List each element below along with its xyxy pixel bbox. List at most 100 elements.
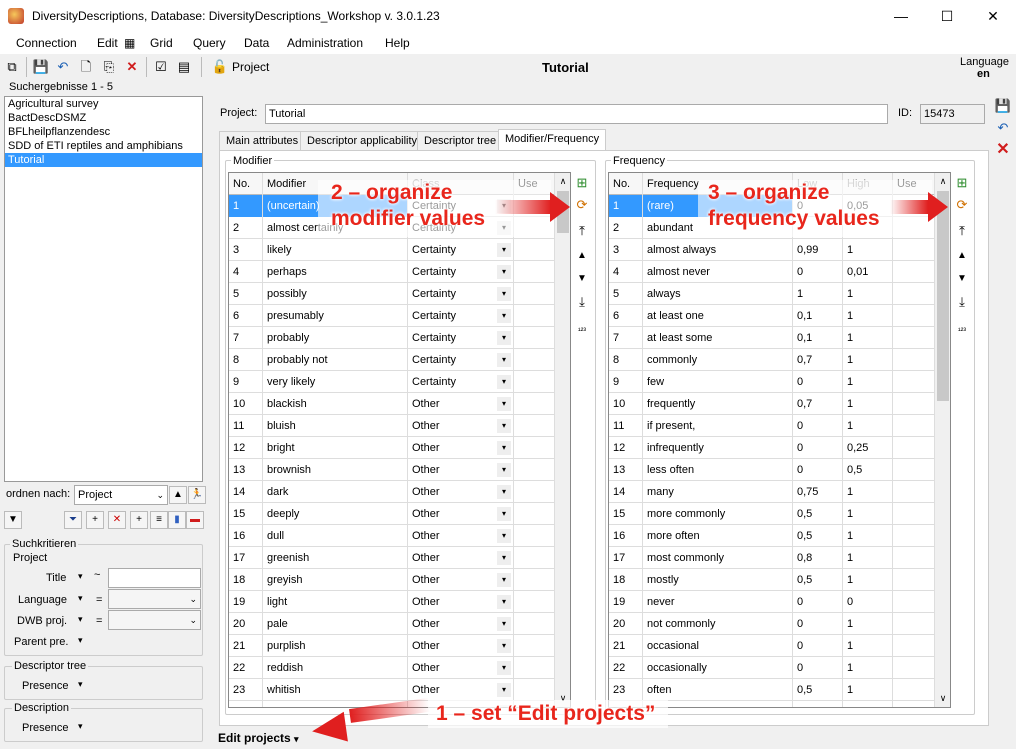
table-cell[interactable]: [893, 371, 935, 393]
table-row[interactable]: 10 blackish Other ▾: [229, 393, 555, 415]
table-cell[interactable]: [893, 503, 935, 525]
list-item[interactable]: Tutorial: [5, 153, 202, 167]
query-icon[interactable]: ⧉: [3, 58, 21, 76]
table-cell[interactable]: 0,5: [793, 503, 843, 525]
table-cell[interactable]: 0,7: [793, 393, 843, 415]
table-cell[interactable]: Other▾: [408, 613, 514, 635]
save-project-icon[interactable]: 💾: [994, 97, 1012, 115]
table-cell[interactable]: [514, 613, 555, 635]
table-row[interactable]: 13 less often 0 0,5: [609, 459, 935, 481]
table-cell[interactable]: 1: [843, 679, 893, 701]
table-cell[interactable]: [893, 481, 935, 503]
table-row[interactable]: 14 dark Other ▾: [229, 481, 555, 503]
table-row[interactable]: 12 bright Other ▾: [229, 437, 555, 459]
title-operator-button[interactable]: ▾: [78, 571, 88, 582]
tab-modifier-frequency[interactable]: Modifier/Frequency: [498, 129, 607, 151]
table-cell[interactable]: 0,75: [793, 481, 843, 503]
table-row[interactable]: 3 almost always 0,99 1: [609, 239, 935, 261]
table-cell[interactable]: Certainty▾: [408, 349, 514, 371]
presence-button-2[interactable]: ▾: [78, 721, 88, 732]
modifier-scrollbar[interactable]: ∧ ∨: [554, 173, 570, 707]
table-row[interactable]: 8 probably not Certainty ▾: [229, 349, 555, 371]
table-cell[interactable]: [893, 701, 935, 707]
dropdown-arrow-icon[interactable]: ▾: [497, 617, 511, 631]
table-cell[interactable]: Other▾: [408, 525, 514, 547]
move-bottom-icon[interactable]: ⤓: [573, 293, 591, 311]
table-cell[interactable]: [514, 657, 555, 679]
add-frequency-icon[interactable]: ⊞: [953, 174, 971, 192]
dropdown-arrow-icon[interactable]: ▾: [497, 683, 511, 697]
table-cell[interactable]: deeply: [263, 503, 408, 525]
dwb-select[interactable]: ⌄: [108, 610, 201, 630]
dropdown-arrow-icon[interactable]: ▾: [497, 661, 511, 675]
add-list-icon[interactable]: +: [130, 511, 148, 529]
table-row[interactable]: 13 brownish Other ▾: [229, 459, 555, 481]
list-item[interactable]: BactDescDSMZ: [5, 111, 202, 125]
table-cell[interactable]: at least one: [643, 305, 793, 327]
table-cell[interactable]: Other▾: [408, 503, 514, 525]
table-cell[interactable]: reddish: [263, 657, 408, 679]
table-row[interactable]: 5 possibly Certainty ▾: [229, 283, 555, 305]
table-row[interactable]: 20 pale Other ▾: [229, 613, 555, 635]
list-item[interactable]: BFLheilpflanzendesc: [5, 125, 202, 139]
table-row[interactable]: 7 probably Certainty ▾: [229, 327, 555, 349]
table-cell[interactable]: almost never: [643, 261, 793, 283]
table-cell[interactable]: 0: [793, 437, 843, 459]
table-cell[interactable]: Other▾: [408, 459, 514, 481]
menu-data[interactable]: Data: [244, 36, 269, 50]
undo-project-icon[interactable]: ↶: [994, 119, 1012, 137]
tab-descriptor-tree[interactable]: Descriptor tree: [417, 131, 504, 151]
table-cell[interactable]: more commonly: [643, 503, 793, 525]
freq-move-down-icon[interactable]: ▼: [953, 270, 971, 288]
table-cell[interactable]: [514, 503, 555, 525]
table-cell[interactable]: [893, 569, 935, 591]
table-cell[interactable]: Other▾: [408, 569, 514, 591]
table-cell[interactable]: perhaps: [263, 261, 408, 283]
table-cell[interactable]: [514, 437, 555, 459]
table-cell[interactable]: 0,7: [793, 349, 843, 371]
table-row[interactable]: 6 at least one 0,1 1: [609, 305, 935, 327]
column-header[interactable]: No.: [609, 173, 643, 195]
table-row[interactable]: 7 at least some 0,1 1: [609, 327, 935, 349]
table-cell[interactable]: Other▾: [408, 591, 514, 613]
table-cell[interactable]: blackish: [263, 393, 408, 415]
table-cell[interactable]: not commonly: [643, 613, 793, 635]
add-modifier-icon[interactable]: ⊞: [573, 174, 591, 192]
table-cell[interactable]: possibly: [263, 283, 408, 305]
table-cell[interactable]: 0,8: [793, 547, 843, 569]
table-cell[interactable]: whitish: [263, 679, 408, 701]
table-cell[interactable]: always: [643, 283, 793, 305]
table-row[interactable]: 18 mostly 0,5 1: [609, 569, 935, 591]
frequency-scrollbar[interactable]: ∧ ∨: [934, 173, 950, 707]
table-cell[interactable]: [514, 525, 555, 547]
table-cell[interactable]: Other▾: [408, 481, 514, 503]
table-cell[interactable]: [893, 591, 935, 613]
dropdown-arrow-icon[interactable]: ▾: [497, 529, 511, 543]
dropdown-arrow-icon[interactable]: ▾: [497, 309, 511, 323]
table-cell[interactable]: 1: [843, 349, 893, 371]
table-row[interactable]: 20 not commonly 0 1: [609, 613, 935, 635]
table-row[interactable]: 23 whitish Other ▾: [229, 679, 555, 701]
table-row[interactable]: 5 always 1 1: [609, 283, 935, 305]
table-cell[interactable]: 1: [843, 327, 893, 349]
table-cell[interactable]: [514, 283, 555, 305]
table-row[interactable]: 11 if present, 0 1: [609, 415, 935, 437]
table-cell[interactable]: [514, 415, 555, 437]
table-cell[interactable]: 0: [793, 635, 843, 657]
table-cell[interactable]: few: [643, 371, 793, 393]
table-row[interactable]: 19 never 0 0: [609, 591, 935, 613]
dropdown-arrow-icon[interactable]: ▾: [497, 287, 511, 301]
run-icon[interactable]: 🏃: [188, 486, 206, 504]
table-cell[interactable]: very likely: [263, 371, 408, 393]
filter-icon[interactable]: ⏷: [64, 511, 82, 529]
table-cell[interactable]: [893, 437, 935, 459]
table-cell[interactable]: never: [643, 591, 793, 613]
table-cell[interactable]: Certainty▾: [408, 261, 514, 283]
table-cell[interactable]: most commonly: [643, 547, 793, 569]
table-cell[interactable]: [893, 679, 935, 701]
table-cell[interactable]: 1: [843, 657, 893, 679]
table-cell[interactable]: greenish: [263, 547, 408, 569]
table-cell[interactable]: bright: [263, 437, 408, 459]
dropdown-arrow-icon[interactable]: ▾: [497, 507, 511, 521]
table-cell[interactable]: more often: [643, 525, 793, 547]
